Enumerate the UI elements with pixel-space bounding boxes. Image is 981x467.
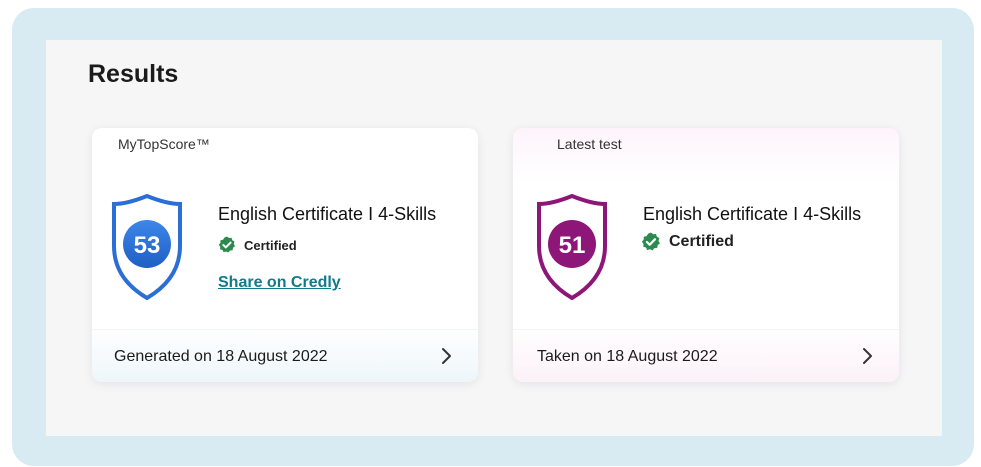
chevron-right-icon [863,348,872,364]
score-value: 53 [134,232,161,259]
certified-check-icon [641,232,660,251]
certificate-name: English Certificate I 4-Skills [643,204,862,224]
score-value: 51 [559,232,586,259]
certified-label: Certified [669,233,734,250]
chevron-right-icon [442,348,451,364]
result-card-latest-test: Latest test 51 English Certificate I 4-S… [513,128,899,382]
certified-status: Certified [218,236,297,254]
shield-score-icon: 51 [537,194,607,300]
certificate-name: English Certificate I 4-Skills [218,204,437,224]
footer-date-label: Taken on 18 August 2022 [537,348,718,365]
shield-score-icon: 53 [112,194,182,300]
certified-label: Certified [244,237,297,253]
certified-status: Certified [641,232,734,252]
share-on-credly-link[interactable]: Share on Credly [218,274,341,292]
certified-check-icon [218,236,235,253]
page-title: Results [88,60,179,88]
card-footer-generated[interactable]: Generated on 18 August 2022 [92,329,478,382]
card-footer-taken[interactable]: Taken on 18 August 2022 [513,329,899,382]
card-tag: MyTopScore™ [118,136,210,152]
card-tag: Latest test [557,136,622,152]
result-card-mytopscore: MyTopScore™ 53 English Certificate I 4-S… [92,128,478,382]
footer-date-label: Generated on 18 August 2022 [114,348,328,365]
